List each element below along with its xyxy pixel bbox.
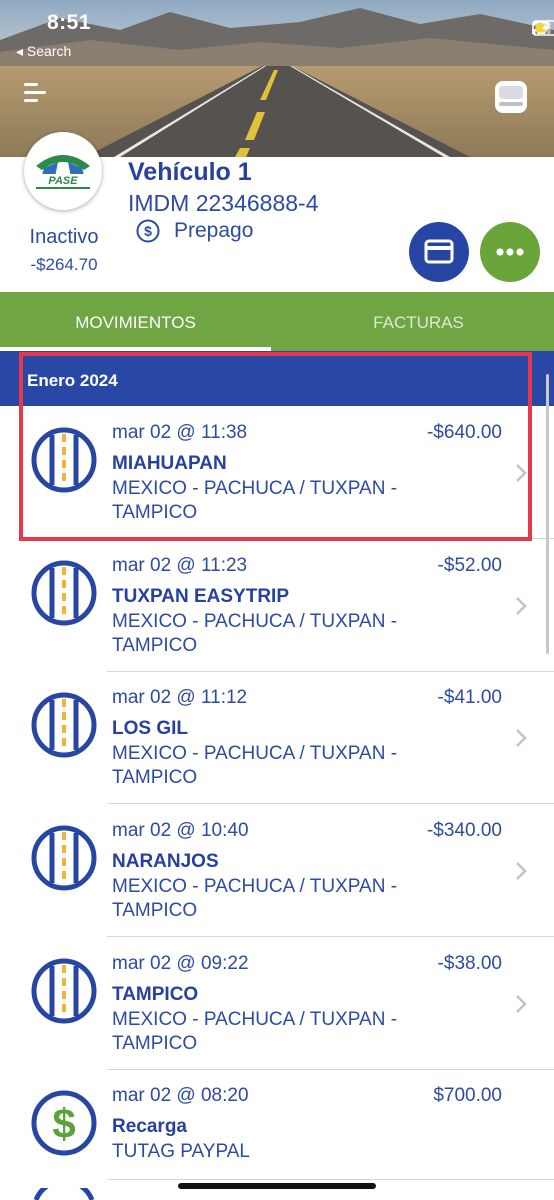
svg-text:$: $ bbox=[144, 223, 152, 239]
more-options-button[interactable] bbox=[480, 222, 540, 282]
road-icon bbox=[31, 560, 97, 626]
partial-row-icon bbox=[33, 1188, 95, 1200]
chevron-right-icon bbox=[516, 995, 527, 1013]
transaction-row[interactable]: mar 02 @ 10:40 -$340.00 NARANJOS MEXICO … bbox=[0, 804, 554, 937]
vehicle-status: Inactivo bbox=[29, 226, 99, 248]
transaction-datetime: mar 02 @ 11:23 bbox=[112, 555, 248, 576]
chevron-right-icon bbox=[516, 862, 527, 880]
tab-bar: MOVIMIENTOS FACTURAS bbox=[0, 292, 554, 351]
header-photo: 8:51 ◂ Search bbox=[0, 0, 554, 157]
transaction-amount: -$38.00 bbox=[437, 953, 502, 974]
transaction-datetime: mar 02 @ 11:12 bbox=[112, 687, 248, 708]
more-dots-icon bbox=[496, 248, 524, 256]
road-icon bbox=[31, 825, 97, 891]
transaction-place: Recarga bbox=[112, 1116, 187, 1137]
plan-label: Prepago bbox=[174, 219, 254, 242]
vehicle-tag-id: IMDM 22346888-4 bbox=[128, 190, 319, 216]
row-divider bbox=[107, 1179, 554, 1180]
transaction-row[interactable]: mar 02 @ 11:23 -$52.00 TUXPAN EASYTRIP M… bbox=[0, 539, 554, 672]
hamburger-menu-icon[interactable] bbox=[24, 83, 46, 107]
payment-card-button[interactable] bbox=[409, 222, 469, 282]
battery-charging-icon bbox=[532, 20, 554, 36]
home-indicator[interactable] bbox=[178, 1183, 376, 1189]
dollar-icon: $ bbox=[31, 1090, 97, 1156]
pase-logo: PASE bbox=[24, 132, 102, 210]
road-icon bbox=[31, 692, 97, 758]
tab-movimientos[interactable]: MOVIMIENTOS bbox=[0, 292, 271, 351]
transaction-row[interactable]: mar 02 @ 11:12 -$41.00 LOS GIL MEXICO - … bbox=[0, 671, 554, 804]
svg-text:$: $ bbox=[52, 1100, 75, 1147]
transaction-amount: -$340.00 bbox=[426, 820, 502, 841]
transaction-place: LOS GIL bbox=[112, 718, 188, 739]
credit-card-icon bbox=[424, 239, 454, 264]
chevron-right-icon bbox=[516, 729, 527, 747]
transaction-route: MEXICO - PACHUCA / TUXPAN - TAMPICO bbox=[112, 876, 398, 921]
transaction-place: TUXPAN EASYTRIP bbox=[112, 586, 290, 607]
dollar-circle-icon: $ bbox=[136, 219, 160, 243]
scrollbar[interactable] bbox=[546, 374, 549, 654]
plan-row: $ Prepago bbox=[136, 219, 253, 243]
tab-facturas[interactable]: FACTURAS bbox=[283, 292, 554, 351]
status-time: 8:51 bbox=[47, 11, 92, 34]
transaction-amount: -$41.00 bbox=[437, 687, 502, 708]
transaction-route: TUTAG PAYPAL bbox=[112, 1141, 250, 1162]
transaction-datetime: mar 02 @ 10:40 bbox=[112, 820, 249, 841]
transaction-row[interactable]: mar 02 @ 09:22 -$38.00 TAMPICO MEXICO - … bbox=[0, 937, 554, 1070]
selected-row-highlight bbox=[19, 352, 532, 541]
road-icon bbox=[31, 958, 97, 1024]
transaction-datetime: mar 02 @ 09:22 bbox=[112, 953, 249, 974]
transaction-datetime: mar 02 @ 08:20 bbox=[112, 1085, 249, 1106]
back-to-search-link[interactable]: ◂ Search bbox=[16, 43, 71, 60]
vehicle-name: Vehículo 1 bbox=[128, 158, 252, 186]
vehicle-balance: -$264.70 bbox=[30, 255, 98, 274]
logo-text: PASE bbox=[48, 175, 78, 187]
transaction-place: NARANJOS bbox=[112, 851, 219, 872]
transaction-amount: -$52.00 bbox=[437, 555, 502, 576]
transaction-row[interactable]: $ mar 02 @ 08:20 $700.00 Recarga TUTAG P… bbox=[0, 1069, 554, 1180]
chevron-right-icon bbox=[516, 597, 527, 615]
transaction-route: MEXICO - PACHUCA / TUXPAN - TAMPICO bbox=[112, 743, 398, 788]
transaction-route: MEXICO - PACHUCA / TUXPAN - TAMPICO bbox=[112, 611, 398, 656]
transaction-amount: $700.00 bbox=[433, 1085, 502, 1106]
transaction-place: TAMPICO bbox=[112, 984, 199, 1005]
transaction-route: MEXICO - PACHUCA / TUXPAN - TAMPICO bbox=[112, 1009, 398, 1054]
